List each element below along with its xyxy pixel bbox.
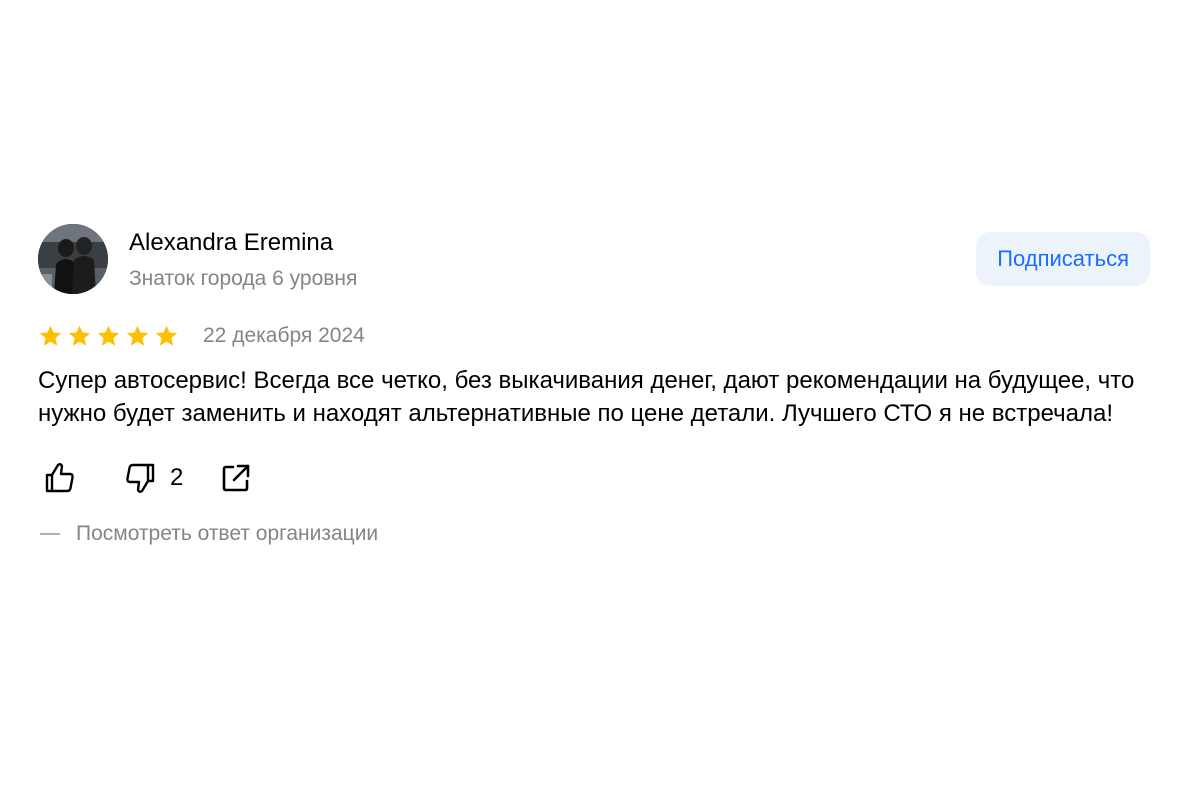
star-icon bbox=[68, 325, 91, 346]
review-date: 22 декабря 2024 bbox=[203, 324, 365, 347]
star-icon bbox=[155, 325, 178, 346]
dislike-button[interactable]: 2 bbox=[122, 460, 183, 496]
share-button[interactable] bbox=[219, 461, 253, 495]
author-level: Знаток города 6 уровня bbox=[129, 267, 358, 290]
like-button[interactable] bbox=[42, 460, 78, 496]
star-rating bbox=[38, 324, 179, 349]
subscribe-button[interactable]: Подписаться bbox=[976, 232, 1150, 286]
review-meta: 22 декабря 2024 bbox=[38, 322, 1150, 350]
avatar[interactable] bbox=[38, 224, 108, 294]
view-org-reply-link[interactable]: Посмотреть ответ организации bbox=[38, 522, 1150, 546]
star-icon bbox=[39, 325, 62, 346]
thumbs-down-icon bbox=[126, 463, 155, 493]
author-name[interactable]: Alexandra Eremina bbox=[129, 228, 333, 258]
share-icon bbox=[223, 464, 250, 492]
star-icon bbox=[97, 325, 120, 346]
avatar-photo bbox=[38, 224, 108, 294]
review-actions: 2 bbox=[38, 458, 1150, 498]
thumbs-up-icon bbox=[45, 463, 74, 493]
dash-icon bbox=[40, 533, 60, 535]
review-text: Супер автосервис! Всегда все четко, без … bbox=[38, 367, 1135, 427]
review-card: Alexandra Eremina Знаток города 6 уровня… bbox=[38, 224, 1150, 546]
dislike-count: 2 bbox=[170, 464, 184, 491]
view-org-reply-label: Посмотреть ответ организации bbox=[76, 522, 379, 545]
review-header: Alexandra Eremina Знаток города 6 уровня… bbox=[38, 224, 1150, 296]
star-icon bbox=[126, 325, 149, 346]
